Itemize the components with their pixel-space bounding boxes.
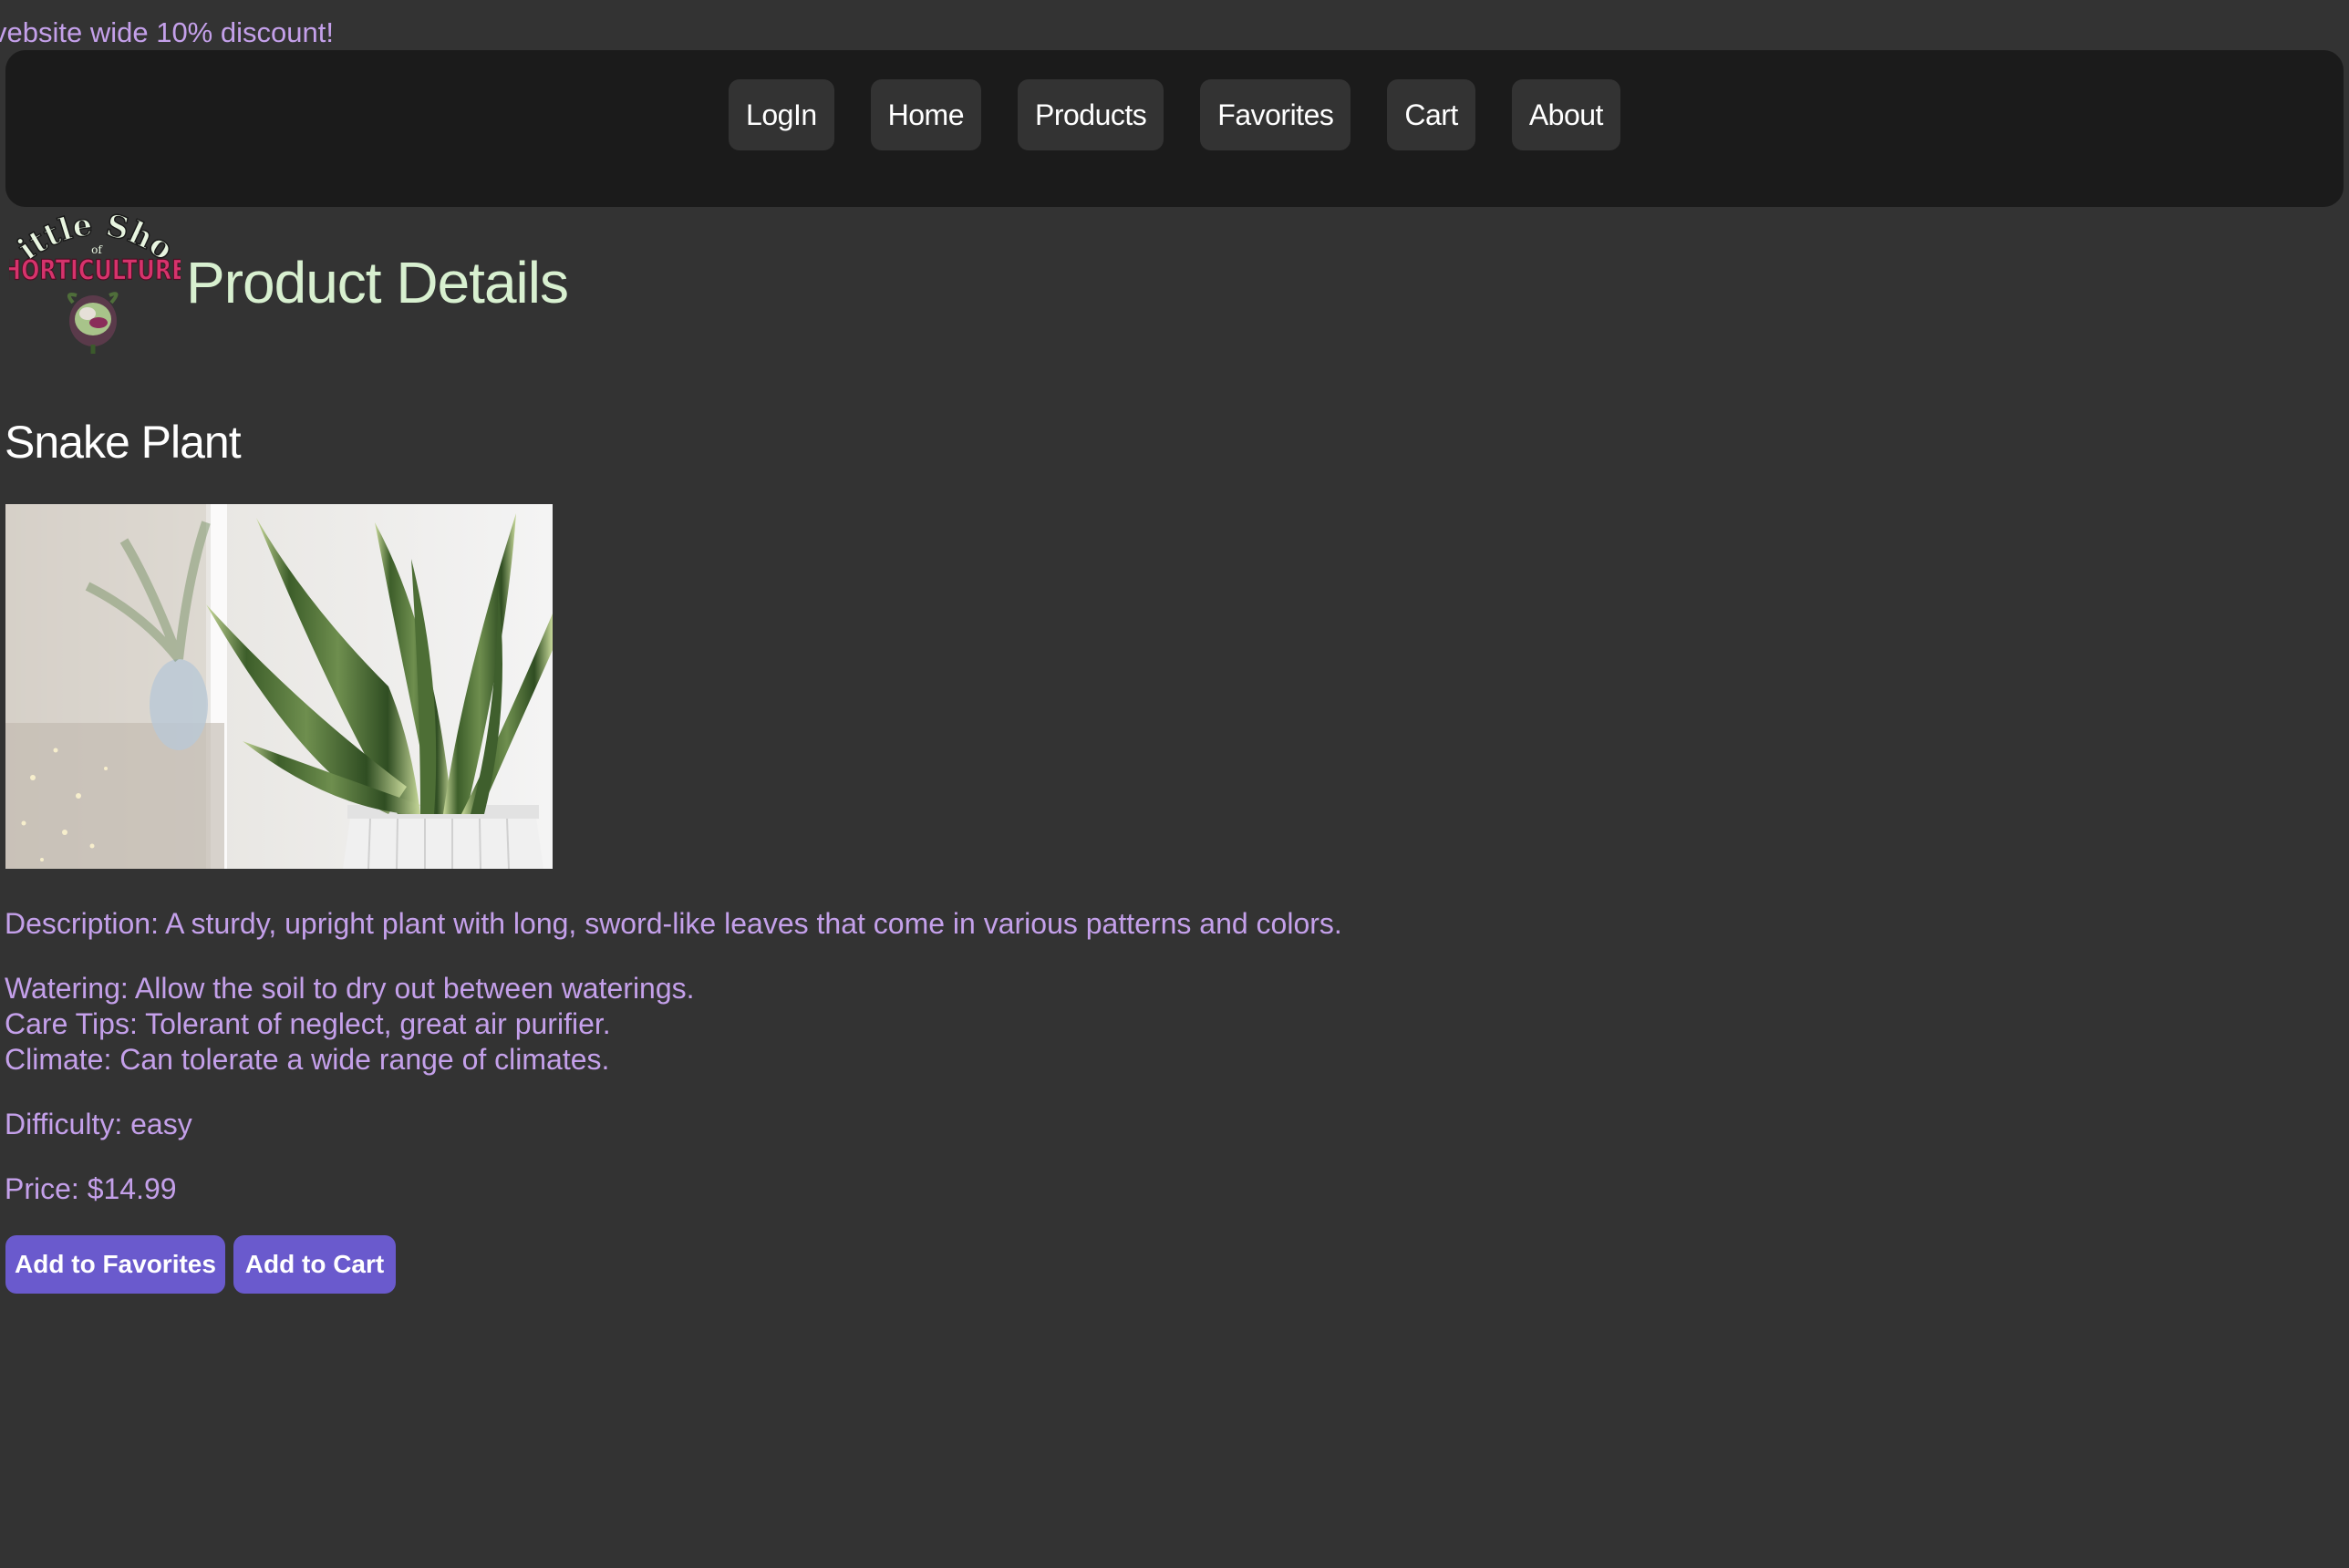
product-difficulty: Difficulty: easy <box>5 1108 192 1140</box>
header: Little Shop of HORTICULTURE <box>0 182 187 357</box>
product-image <box>5 504 553 869</box>
logo-line2: of <box>91 243 103 256</box>
plant-creature-icon <box>67 292 119 354</box>
nav-about-button[interactable]: About <box>1511 79 1620 150</box>
product-name: Snake Plant <box>5 417 242 468</box>
snake-plant-photo <box>5 504 553 869</box>
product-care-tips: Care Tips: Tolerant of neglect, great ai… <box>5 1007 611 1040</box>
product-description: Description: A sturdy, upright plant wit… <box>5 907 1342 940</box>
product-watering: Watering: Allow the soil to dry out betw… <box>5 972 695 1005</box>
logo-graphic: Little Shop of HORTICULTURE <box>0 182 187 354</box>
add-to-favorites-button[interactable]: Add to Favorites <box>5 1235 225 1294</box>
discount-banner: vebsite wide 10% discount! <box>0 13 2349 53</box>
page-title: Product Details <box>186 250 569 315</box>
discount-banner-text: vebsite wide 10% discount! <box>0 16 334 48</box>
nav-list: LogIn Home Products Favorites Cart About <box>729 79 1620 150</box>
nav-home-button[interactable]: Home <box>870 79 981 150</box>
product-price: Price: $14.99 <box>5 1172 177 1205</box>
nav-products-button[interactable]: Products <box>1017 79 1164 150</box>
add-to-cart-button[interactable]: Add to Cart <box>233 1235 396 1294</box>
navbar: LogIn Home Products Favorites Cart About <box>5 50 2344 207</box>
page: vebsite wide 10% discount! LogIn Home Pr… <box>0 0 2349 1568</box>
nav-favorites-button[interactable]: Favorites <box>1200 79 1351 150</box>
product-climate: Climate: Can tolerate a wide range of cl… <box>5 1043 610 1076</box>
logo-line3: HORTICULTURE <box>9 255 181 286</box>
shop-logo: Little Shop of HORTICULTURE <box>0 182 187 357</box>
nav-cart-button[interactable]: Cart <box>1387 79 1475 150</box>
nav-login-button[interactable]: LogIn <box>729 79 834 150</box>
